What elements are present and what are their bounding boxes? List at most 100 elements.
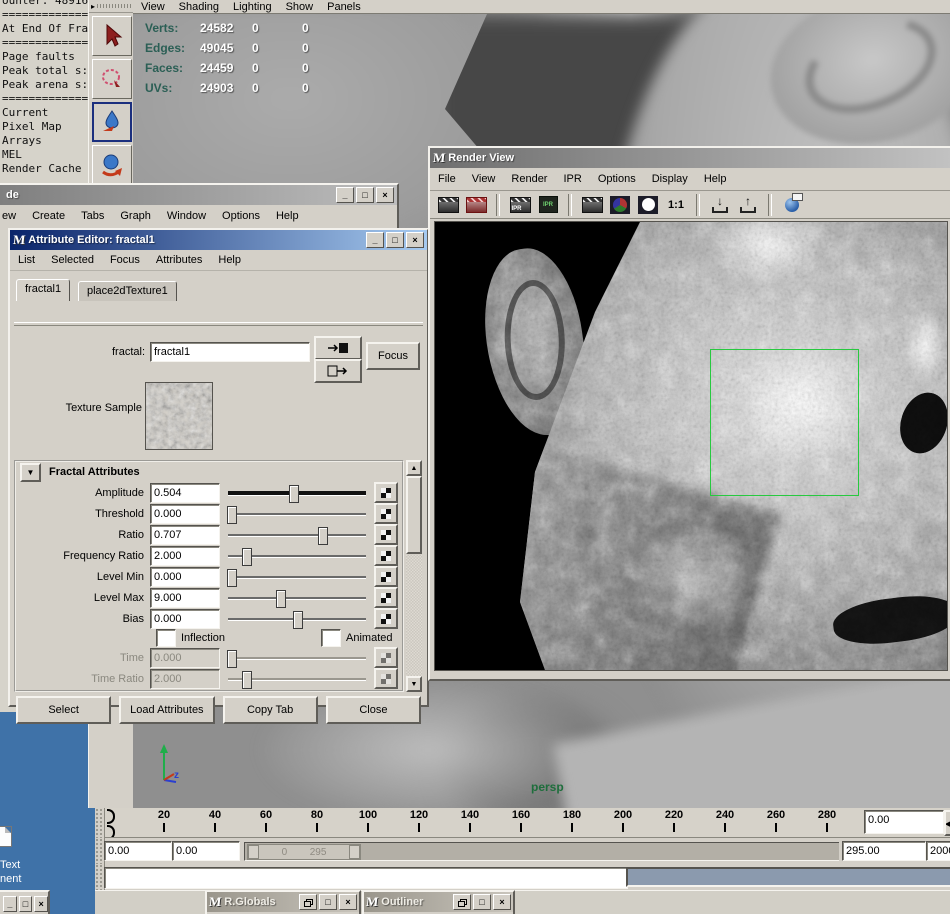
menu-focus[interactable]: Focus	[110, 254, 140, 266]
minimized-render-globals-window[interactable]: M R.Globals □ ×	[205, 890, 361, 914]
scrollbar-thumb[interactable]	[406, 476, 422, 554]
focus-button[interactable]: Focus	[366, 342, 420, 370]
minimize-icon[interactable]: _	[336, 187, 354, 203]
lasso-tool-button[interactable]	[92, 59, 132, 99]
minimize-icon[interactable]: _	[3, 896, 17, 912]
playback-end-field[interactable]: 295.00	[842, 841, 926, 861]
redo-render-clapper-icon[interactable]	[464, 194, 488, 216]
select-tool-button[interactable]	[92, 16, 132, 56]
scroll-down-icon[interactable]: ▼	[406, 676, 422, 692]
menu-ipr[interactable]: IPR	[563, 173, 581, 185]
partial-window-titlebar[interactable]: _ □ ×	[0, 890, 50, 914]
restore-icon[interactable]	[299, 894, 317, 910]
render-view-titlebar[interactable]: M Render View	[430, 148, 950, 168]
restore-icon[interactable]	[453, 894, 471, 910]
zoom-1to1-button[interactable]: 1:1	[664, 194, 688, 216]
close-icon[interactable]: ×	[493, 894, 511, 910]
snapshot-clapper-icon[interactable]	[580, 194, 604, 216]
remove-image-icon[interactable]: ↑	[736, 194, 760, 216]
menu-window[interactable]: Window	[167, 210, 206, 222]
text-document-icon[interactable]	[0, 826, 12, 847]
attr-value-field[interactable]: 0.000	[150, 609, 220, 629]
attr-slider[interactable]	[228, 590, 366, 606]
range-end-handle[interactable]	[349, 845, 360, 859]
minimize-icon[interactable]: _	[366, 232, 384, 248]
attr-value-field[interactable]: 0.000	[150, 567, 220, 587]
alpha-channel-icon[interactable]	[636, 194, 660, 216]
maximize-icon[interactable]: □	[473, 894, 491, 910]
menu-list[interactable]: List	[18, 254, 35, 266]
maximize-icon[interactable]: □	[386, 232, 404, 248]
menu-file[interactable]: File	[438, 173, 456, 185]
maximize-icon[interactable]: □	[319, 894, 337, 910]
attr-value-field[interactable]: 0.707	[150, 525, 220, 545]
menu-create[interactable]: Create	[32, 210, 65, 222]
move-tool-button[interactable]	[92, 102, 132, 142]
menu-view[interactable]: View	[141, 1, 165, 13]
collapse-arrow-icon[interactable]: ▼	[20, 463, 41, 482]
ipr-render-clapper-icon[interactable]: IPR	[508, 194, 532, 216]
command-line-input[interactable]	[104, 867, 628, 889]
menu-panels[interactable]: Panels	[327, 1, 361, 13]
menu-help[interactable]: Help	[704, 173, 727, 185]
node-name-field[interactable]: fractal1	[150, 342, 310, 362]
attr-slider[interactable]	[228, 569, 366, 585]
current-time-playhead[interactable]	[107, 809, 116, 835]
attr-slider[interactable]	[228, 611, 366, 627]
toolbox-drag-handle[interactable]: ▸	[89, 0, 134, 13]
select-button[interactable]: Select	[16, 696, 111, 724]
tab-place2dtexture1[interactable]: place2dTexture1	[78, 281, 177, 301]
tab-fractal1[interactable]: fractal1	[16, 279, 70, 301]
close-icon[interactable]: ×	[406, 232, 424, 248]
range-slider-bar[interactable]: 0 295	[247, 844, 361, 860]
menu-help[interactable]: Help	[218, 254, 241, 266]
map-texture-button[interactable]	[374, 503, 398, 524]
map-texture-button[interactable]	[374, 545, 398, 566]
map-texture-button[interactable]	[374, 566, 398, 587]
menu-options[interactable]: Options	[598, 173, 636, 185]
render-globals-icon[interactable]	[780, 194, 804, 216]
section-header[interactable]: ▼ Fractal Attributes	[16, 462, 402, 482]
maximize-icon[interactable]: □	[356, 187, 374, 203]
menu-view[interactable]: View	[472, 173, 496, 185]
load-attributes-button[interactable]: Load Attributes	[119, 696, 214, 724]
texture-sample-swatch[interactable]	[145, 382, 213, 450]
close-icon[interactable]: ×	[339, 894, 357, 910]
playback-controls-fragment[interactable]: ◀	[944, 810, 950, 836]
rgb-channels-icon[interactable]	[608, 194, 632, 216]
timeline-ticks[interactable]: 20406080100120140160180200220240260280	[105, 808, 950, 838]
menu-selected[interactable]: Selected	[51, 254, 94, 266]
desktop[interactable]: Text nent	[0, 712, 95, 914]
rendered-image-canvas[interactable]	[434, 221, 948, 671]
menu-view-partial[interactable]: ew	[2, 210, 16, 222]
attr-slider[interactable]	[228, 527, 366, 543]
maximize-icon[interactable]: □	[19, 896, 33, 912]
attribute-editor-window[interactable]: M Attribute Editor: fractal1 _ □ × List …	[8, 228, 429, 707]
keep-image-icon[interactable]: ↓	[708, 194, 732, 216]
menu-display[interactable]: Display	[652, 173, 688, 185]
scroll-up-icon[interactable]: ▲	[406, 460, 422, 476]
copy-tab-button[interactable]: Copy Tab	[223, 696, 318, 724]
attr-value-field[interactable]: 0.000	[150, 504, 220, 524]
menu-show[interactable]: Show	[286, 1, 314, 13]
attr-slider[interactable]	[228, 485, 366, 501]
playback-start-field[interactable]: 0.00	[172, 841, 240, 861]
hypershade-window[interactable]: de _ □ × ew Create Tabs Graph Window Opt…	[0, 183, 399, 230]
menu-render[interactable]: Render	[511, 173, 547, 185]
minimized-outliner-window[interactable]: M Outliner □ ×	[362, 890, 515, 914]
render-region-marquee[interactable]	[710, 349, 859, 496]
output-connection-button[interactable]	[314, 359, 362, 383]
ipr-region-icon[interactable]: IPR	[536, 194, 560, 216]
hypershade-titlebar[interactable]: de _ □ ×	[0, 185, 397, 205]
menu-attributes[interactable]: Attributes	[156, 254, 202, 266]
attr-value-field[interactable]: 0.504	[150, 483, 220, 503]
menu-options[interactable]: Options	[222, 210, 260, 222]
map-texture-button[interactable]	[374, 524, 398, 545]
menu-lighting[interactable]: Lighting	[233, 1, 272, 13]
range-slider-track[interactable]: 0 295	[244, 842, 839, 861]
render-view-window[interactable]: M Render View File View Render IPR Optio…	[428, 146, 950, 681]
render-clapper-icon[interactable]	[436, 194, 460, 216]
map-texture-button[interactable]	[374, 587, 398, 608]
vertical-scrollbar[interactable]: ▲ ▼	[406, 460, 422, 692]
attr-value-field[interactable]: 9.000	[150, 588, 220, 608]
